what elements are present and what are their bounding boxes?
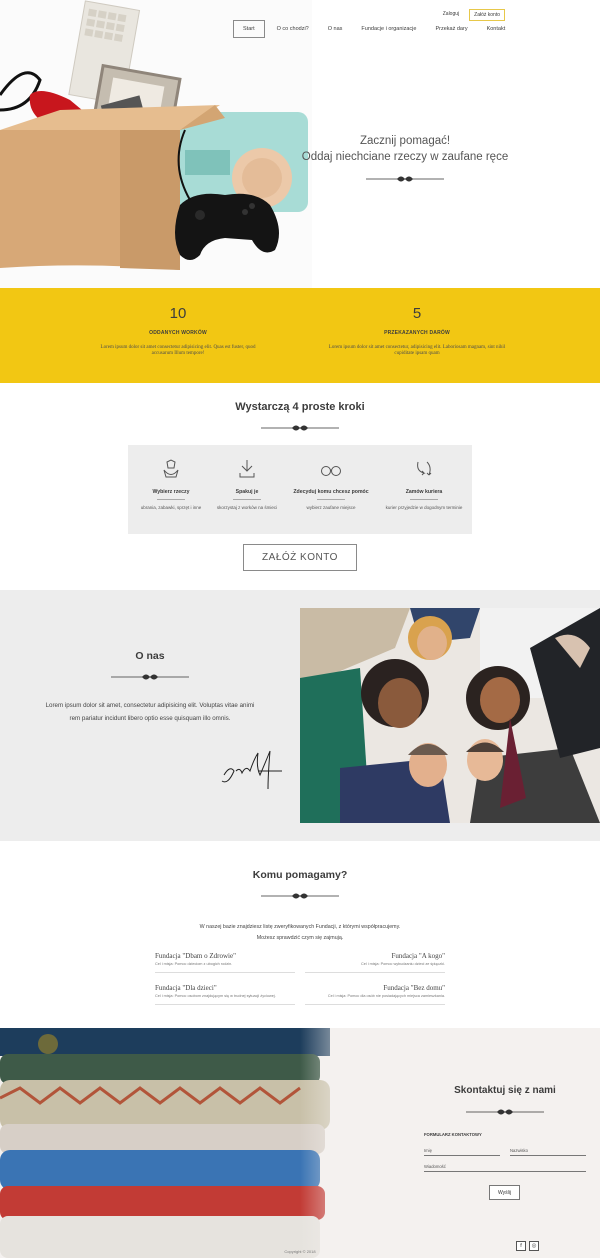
binoculars-icon [321, 466, 341, 476]
foundation-item[interactable]: Fundacja "Dla dzieci" Cel i misja: Pomoc… [155, 984, 295, 1005]
step-description: ubrania, zabawki, sprzęt i inne [140, 505, 202, 510]
nav-about-us[interactable]: O nas [321, 21, 350, 37]
stat-number: 10 [169, 305, 187, 322]
divider [305, 1004, 445, 1005]
hero-line-1: Zacznij pomagać! [359, 135, 451, 147]
help-title: Komu pomagamy? [252, 869, 348, 881]
send-button[interactable]: Wyślij [489, 1185, 520, 1200]
step-divider [410, 499, 438, 500]
step-4: Zamów kuriera kurier przyjedzie w dogodn… [381, 459, 467, 510]
surname-field[interactable]: Nazwisko [510, 1145, 586, 1156]
step-divider [157, 499, 185, 500]
signature-icon [221, 750, 282, 790]
name-field[interactable]: Imię [424, 1145, 500, 1156]
stat-desc-line: Lorem ipsum dolor sit amet consectetur, … [328, 345, 506, 350]
nav-about-idea[interactable]: O co chodzi? [270, 21, 316, 37]
step-divider [233, 499, 261, 500]
step-description: kurier przyjedzie w dogodnym terminie [385, 505, 463, 510]
step-title: Wybierz rzeczy [152, 489, 190, 495]
nav-foundations[interactable]: Fundacje i organizacje [354, 21, 423, 37]
nav-donate[interactable]: Przekaż dary [428, 21, 474, 37]
hero-line-2: Oddaj niechciane rzeczy w zaufane ręce [301, 151, 509, 163]
stat-description: Lorem ipsum dolor sit amet consectetur a… [63, 345, 293, 356]
step-title: Spakuj je [235, 489, 259, 495]
message-field[interactable]: Wiadomość [424, 1161, 586, 1172]
contact-title: Skontaktuj się z nami [454, 1085, 556, 1096]
ornament-icon [466, 1109, 544, 1115]
foundation-name: Fundacja "Dla dzieci" [155, 984, 217, 992]
foundation-desc: Cel i misja: Pomoc wybudzaniu dzieci ze … [361, 962, 445, 966]
step-1: Wybierz rzeczy ubrania, zabawki, sprzęt … [128, 459, 214, 510]
about-title: O nas [135, 650, 165, 662]
foundation-item[interactable]: Fundacja "Dbam o Zdrowie" Cel i misja: P… [155, 952, 295, 973]
help-intro: W naszej bazie znajdziesz listę zweryfik… [199, 924, 401, 941]
form-label: FORMULARZ KONTAKTOWY [424, 1132, 482, 1137]
main-nav: Start O co chodzi? O nas Fundacje i orga… [233, 20, 517, 38]
nav-contact[interactable]: Kontakt [480, 21, 513, 37]
about-text: Lorem ipsum dolor sit amet, consectetur … [45, 702, 255, 722]
download-icon [239, 460, 255, 478]
foundation-desc: Cel i misja: Pomoc dla osób nie posiadaj… [327, 994, 445, 998]
copyright: Copyright © 2018 [284, 1249, 316, 1254]
stat-number: 5 [412, 305, 422, 322]
stats-section: 10 ODDANYCH WORKÓW Lorem ipsum dolor sit… [0, 288, 600, 383]
steps-box: Wybierz rzeczy ubrania, zabawki, sprzęt … [128, 445, 472, 534]
step-title: Zdecyduj komu chcesz pomóc [293, 489, 369, 495]
ornament-icon [366, 176, 444, 182]
nav-start[interactable]: Start [233, 20, 265, 38]
divider [305, 972, 445, 973]
steps-title: Wystarczą 4 proste kroki [235, 401, 365, 413]
stat-bags: 10 ODDANYCH WORKÓW Lorem ipsum dolor sit… [63, 305, 293, 356]
contact-section [0, 1028, 600, 1258]
stat-description: Lorem ipsum dolor sit amet consectetur, … [302, 345, 532, 356]
hero-heading: Zacznij pomagać! Oddaj niechciane rzeczy… [300, 133, 510, 185]
hand-shirt-icon [163, 459, 179, 478]
stat-label: ODDANYCH WORKÓW [149, 330, 207, 336]
hero-image [0, 0, 312, 288]
team-photo [300, 608, 600, 823]
step-description: skorzystaj z worków na śmieci [216, 505, 278, 510]
step-divider [317, 499, 345, 500]
step-3: Zdecyduj komu chcesz pomóc wybierz zaufa… [288, 459, 374, 510]
stat-desc-line: accusarum Illum tempore! [151, 350, 205, 356]
step-description: wybierz zaufane miejsce [306, 505, 356, 510]
stat-desc-line: cupiditate ipsam quam [394, 350, 440, 356]
clothes-stack-image [0, 1028, 600, 1258]
divider [155, 972, 295, 973]
foundation-name: Fundacja "A kogo" [391, 952, 445, 960]
foundation-desc: Cel i misja: Pomoc dzieciom z ubogich ro… [155, 962, 233, 966]
foundation-item[interactable]: Fundacja "Bez domu" Cel i misja: Pomoc d… [305, 984, 445, 1005]
ornament-icon [261, 425, 339, 431]
foundation-item[interactable]: Fundacja "A kogo" Cel i misja: Pomoc wyb… [305, 952, 445, 973]
step-title: Zamów kuriera [405, 489, 443, 495]
foundation-name: Fundacja "Bez domu" [383, 984, 445, 992]
ornament-icon [261, 893, 339, 899]
arrows-cycle-icon [417, 461, 432, 476]
create-account-button[interactable]: ZAŁÓŻ KONTO [243, 544, 357, 571]
divider [155, 1004, 295, 1005]
hero-section: Zaloguj Załóż konto Start O co chodzi? O… [0, 0, 600, 288]
foundation-desc: Cel i misja: Pomoc osobom znajdującym si… [155, 994, 276, 998]
step-2: Spakuj je skorzystaj z worków na śmieci [204, 459, 290, 510]
stat-label: PRZEKAZANYCH DARÓW [384, 330, 450, 336]
stat-gifts: 5 PRZEKAZANYCH DARÓW Lorem ipsum dolor s… [302, 305, 532, 356]
ornament-icon [111, 674, 189, 680]
foundation-name: Fundacja "Dbam o Zdrowie" [155, 952, 236, 960]
